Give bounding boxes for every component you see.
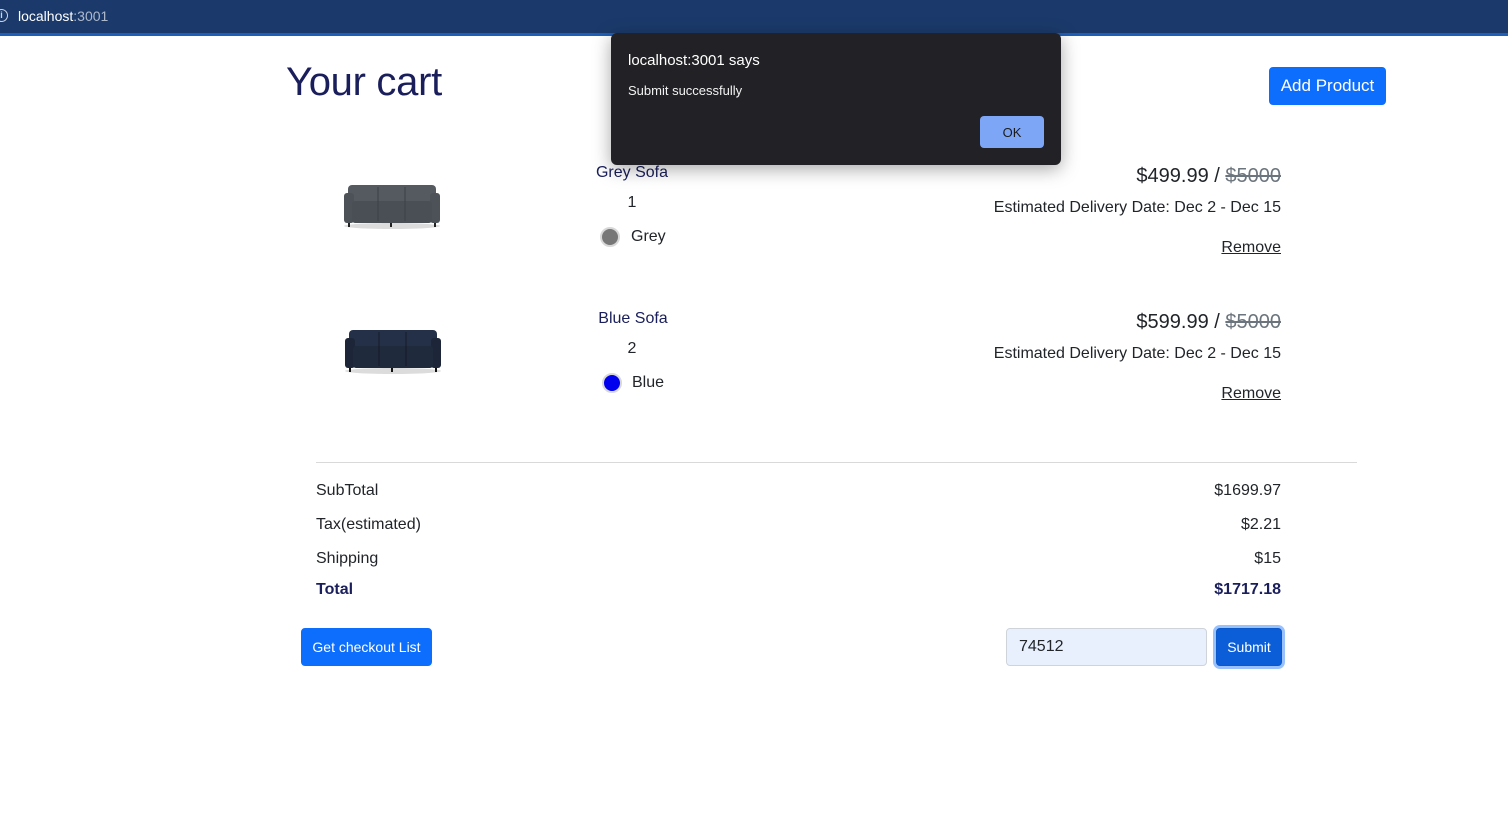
- total-label: Total: [316, 581, 354, 598]
- remove-link[interactable]: Remove: [1221, 385, 1281, 403]
- dialog-title: localhost:3001 says: [628, 52, 760, 69]
- tax-label: Tax(estimated): [316, 516, 421, 533]
- shipping-value: $15: [1254, 550, 1281, 567]
- delivery-estimate: Estimated Delivery Date: Dec 2 - Dec 15: [993, 345, 1281, 362]
- price-separator: /: [1208, 311, 1226, 333]
- get-checkout-list-button[interactable]: Get checkout List: [301, 628, 432, 666]
- price-separator: /: [1208, 165, 1226, 187]
- divider: [316, 462, 1357, 463]
- blue-sofa-image: [345, 330, 441, 374]
- dialog-message: Submit successfully: [628, 83, 743, 98]
- item-name: Grey Sofa: [595, 164, 669, 181]
- page-title: Your cart: [286, 60, 442, 104]
- grey-sofa-image: [344, 185, 440, 229]
- item-quantity: 2: [627, 340, 637, 357]
- tax-value: $2.21: [1240, 516, 1281, 533]
- price-line: $499.99 / $5000: [1136, 165, 1281, 188]
- price: $599.99: [1136, 311, 1209, 333]
- item-color-label: Grey: [631, 228, 666, 245]
- shipping-label: Shipping: [316, 550, 379, 567]
- old-price: $5000: [1225, 311, 1281, 333]
- color-swatch: [602, 373, 622, 393]
- delivery-estimate: Estimated Delivery Date: Dec 2 - Dec 15: [993, 199, 1281, 216]
- subtotal-value: $1699.97: [1214, 482, 1281, 499]
- alert-dialog: localhost:3001 says Submit successfully …: [611, 33, 1061, 165]
- item-name: Blue Sofa: [598, 310, 668, 327]
- price-line: $599.99 / $5000: [1136, 311, 1281, 334]
- dialog-ok-button[interactable]: OK: [980, 116, 1044, 148]
- submit-button[interactable]: Submit: [1216, 628, 1282, 666]
- color-swatch: [600, 227, 620, 247]
- url-port: :3001: [73, 8, 109, 24]
- url-host: localhost: [18, 8, 74, 24]
- browser-url-bar[interactable]: i localhost:3001: [0, 0, 1508, 36]
- total-value: $1717.18: [1214, 581, 1281, 598]
- subtotal-label: SubTotal: [316, 482, 379, 499]
- info-icon[interactable]: i: [0, 9, 8, 22]
- remove-link[interactable]: Remove: [1221, 239, 1281, 257]
- zip-code-input[interactable]: [1006, 628, 1207, 666]
- price: $499.99: [1136, 165, 1209, 187]
- add-product-button[interactable]: Add Product: [1269, 67, 1386, 105]
- item-quantity: 1: [627, 194, 637, 211]
- item-color-label: Blue: [632, 374, 665, 391]
- url-text[interactable]: localhost:3001: [18, 8, 108, 24]
- old-price: $5000: [1225, 165, 1281, 187]
